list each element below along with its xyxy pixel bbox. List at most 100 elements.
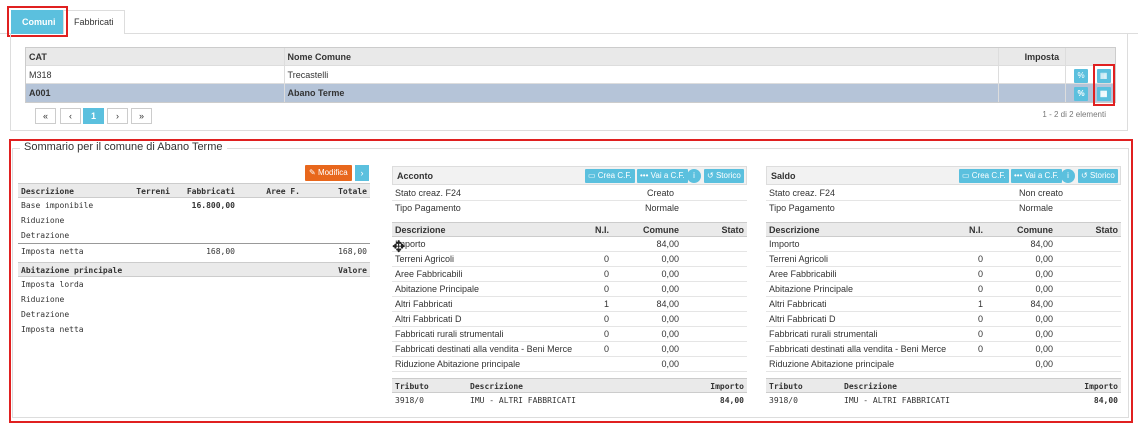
calculator-icon[interactable]: ▦ [1096,68,1111,83]
col-ni: N.I. [594,225,609,235]
col-header-actions [1066,48,1115,65]
cell-terreni [113,198,173,213]
cell-cat: A001 [26,84,285,102]
crea-cf-button[interactable]: ▭ Crea C.F. [959,169,1009,183]
col-header-imposta[interactable]: Imposta [999,48,1067,65]
left-table-header: Descrizione Terreni Fabbricati Aree F. T… [18,183,370,198]
table-row: Riduzione Abitazione principale 0,00 [392,357,747,372]
acconto-detail-header: Descrizione N.I. Comune Stato [392,222,747,237]
vai-cf-button[interactable]: ••• Vai a C.F. [637,169,688,183]
col-header-cat[interactable]: CAT [26,48,285,65]
cell-desc: Altri Fabbricati [769,299,827,309]
cell-desc: Imposta netta [21,325,84,334]
info-icon[interactable]: i [687,169,701,183]
table-row: Detrazione [18,307,370,322]
cell-aree [238,198,303,213]
cell-aree [238,228,303,243]
cell-ni [587,237,612,251]
cell-desc: Detrazione [21,231,70,240]
vai-cf-label: Vai a C.F. [1024,171,1059,180]
pager-info: 1 - 2 di 2 elementi [1042,110,1106,119]
crea-cf-label: Crea C.F. [597,171,632,180]
cell-desc: Imposta netta [21,247,84,256]
col-header-nome[interactable]: Nome Comune [285,48,1000,65]
cell-ni: 0 [603,284,609,294]
chevron-right-icon[interactable]: › [355,165,369,181]
tab-comuni[interactable]: Comuni [11,10,67,34]
table-row: Aree Fabbricabili 0 0,00 [766,267,1121,282]
storico-button[interactable]: ↺ Storico [704,169,744,183]
tipo-row: Tipo Pagamento Normale [392,201,747,216]
cell-ni: 1 [977,299,983,309]
cell-comune: 0,00 [1035,329,1053,339]
table-row: Abitazione Principale 0 0,00 [392,282,747,297]
cell-comune: 84,00 [656,239,679,249]
tipo-label: Tipo Pagamento [395,203,461,213]
cell-tributo: 3918/0 [769,396,798,405]
grid-header: CAT Nome Comune Imposta [26,48,1115,66]
col-descrizione: Descrizione [844,382,897,391]
cell-terreni [113,213,173,228]
cell-desc: Altri Fabbricati D [769,314,836,324]
move-cursor-icon: ✥ [392,239,406,256]
edit-icon: ✎ [309,168,318,177]
table-row: Altri Fabbricati 1 84,00 [392,297,747,312]
cell-desc: Importo [769,239,800,249]
info-icon[interactable]: i [1061,169,1075,183]
cell-desc: Altri Fabbricati D [395,314,462,324]
cell-totale [303,213,370,228]
cell-imposta [999,84,1067,102]
percent-icon[interactable]: % [1074,86,1089,101]
col-descrizione: Descrizione [21,187,74,196]
cell-totale: 168,00 [338,247,367,256]
pager-last-button[interactable]: » [131,108,152,124]
table-row: Base imponibile 16.800,00 [18,198,370,213]
vai-cf-button[interactable]: ••• Vai a C.F. [1011,169,1062,183]
cell-ni: 0 [977,329,983,339]
cell-comune: 0,00 [1035,254,1053,264]
cell-ni: 0 [603,254,609,264]
table-row-selected[interactable]: A001 Abano Terme % ▦ [26,84,1115,102]
table-row: Fabbricati destinati alla vendita - Beni… [392,342,747,357]
cell-totale [303,198,370,213]
cell-tributo: 3918/0 [395,396,424,405]
tipo-row: Tipo Pagamento Normale [766,201,1121,216]
modifica-button[interactable]: ✎ Modifica [305,165,352,181]
table-row: Fabbricati rurali strumentali 0 0,00 [766,327,1121,342]
table-row: Fabbricati rurali strumentali 0 0,00 [392,327,747,342]
tributo-header: Tributo Descrizione Importo [766,378,1121,393]
table-row: 3918/0 IMU - ALTRI FABBRICATI 84,00 [392,393,747,408]
cell-comune: 0,00 [661,269,679,279]
percent-icon[interactable]: % [1074,68,1089,83]
table-row: 3918/0 IMU - ALTRI FABBRICATI 84,00 [766,393,1121,408]
pager-next-button[interactable]: › [107,108,128,124]
tipo-value: Normale [1018,203,1053,213]
stato-value: Creato [646,188,674,198]
cell-fabbricati [173,228,238,243]
table-row: Detrazione [18,228,370,243]
calculator-icon[interactable]: ▦ [1096,86,1111,101]
table-row[interactable]: M318 Trecastelli % ▦ [26,66,1115,84]
pager-page-button[interactable]: 1 [83,108,104,124]
cell-aree [238,213,303,228]
summary-title: Sommario per il comune di Abano Terme [20,141,227,153]
crea-cf-button[interactable]: ▭ Crea C.F. [585,169,635,183]
pager-prev-button[interactable]: ‹ [60,108,81,124]
cell-desc: Fabbricati rurali strumentali [395,329,504,339]
cell-comune: 0,00 [1035,284,1053,294]
cell-desc: Detrazione [21,310,70,319]
history-icon: ↺ [1081,171,1090,180]
cell-totale [303,228,370,243]
pager-first-button[interactable]: « [35,108,56,124]
cell-fabbricati: 16.800,00 [191,201,235,210]
table-row: Imposta netta 168,00 168,00 [18,243,370,258]
saldo-table: Stato creaz. F24 Non creato Tipo Pagamen… [766,186,1121,408]
cell-desc: Fabbricati destinati alla vendita - Beni… [769,344,947,354]
cell-fabbricati [173,213,238,228]
cell-ni: 0 [977,284,983,294]
table-row: Aree Fabbricabili 0 0,00 [392,267,747,282]
storico-button[interactable]: ↺ Storico [1078,169,1118,183]
cell-ni: 0 [603,329,609,339]
cell-desc: Riduzione [21,216,65,225]
tab-fabbricati[interactable]: Fabbricati [63,10,125,34]
